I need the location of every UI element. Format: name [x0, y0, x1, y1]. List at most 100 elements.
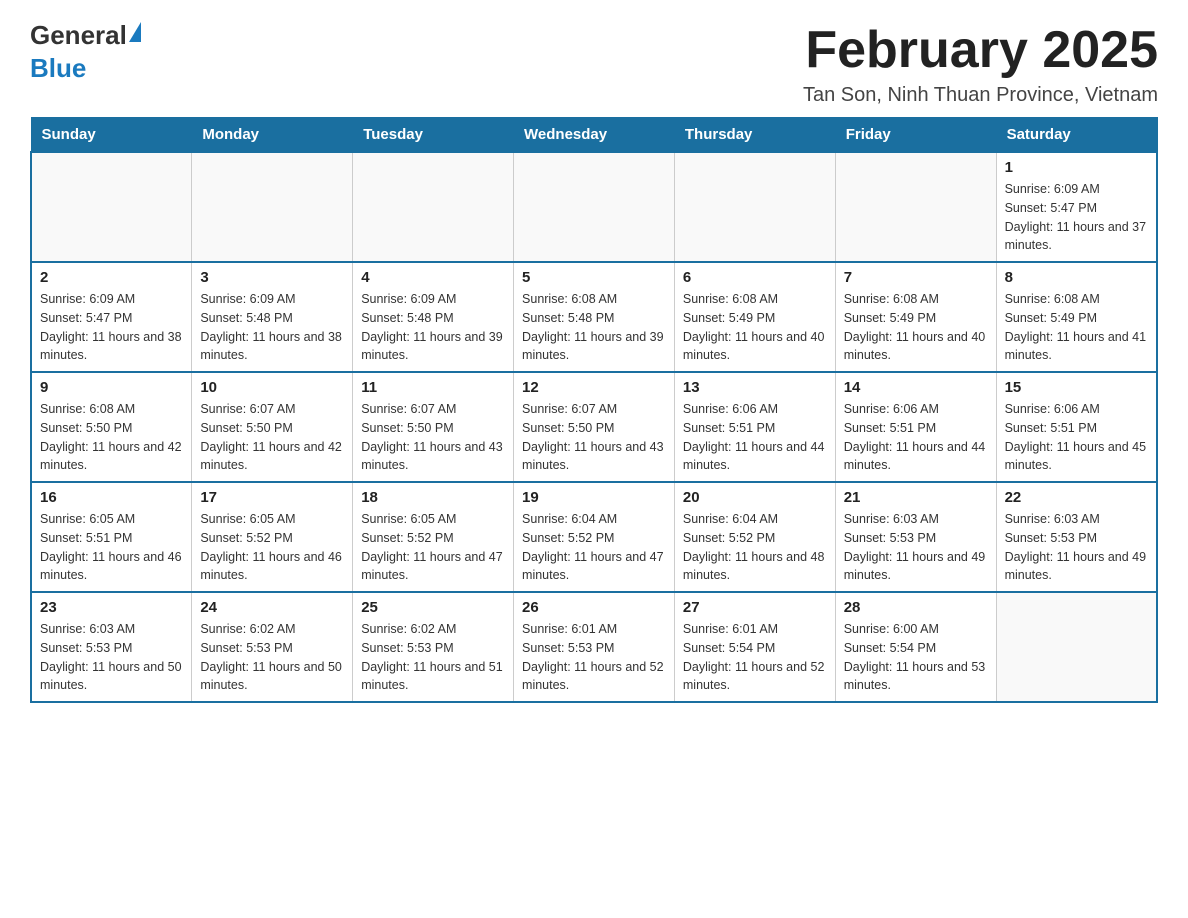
table-row	[31, 152, 192, 262]
page-header: General Blue February 2025 Tan Son, Ninh…	[30, 20, 1158, 107]
day-info: Sunrise: 6:08 AMSunset: 5:49 PMDaylight:…	[1005, 290, 1148, 365]
table-row: 17 Sunrise: 6:05 AMSunset: 5:52 PMDayligh…	[192, 482, 353, 592]
table-row	[674, 152, 835, 262]
day-info: Sunrise: 6:07 AMSunset: 5:50 PMDaylight:…	[200, 400, 344, 475]
day-number: 22	[1005, 489, 1148, 506]
header-saturday: Saturday	[996, 118, 1157, 153]
day-number: 12	[522, 379, 666, 396]
table-row: 27Sunrise: 6:01 AMSunset: 5:54 PMDayligh…	[674, 592, 835, 702]
day-number: 2	[40, 269, 183, 286]
table-row: 12 Sunrise: 6:07 AMSunset: 5:50 PMDayligh…	[514, 372, 675, 482]
day-info: Sunrise: 6:04 AMSunset: 5:52 PMDaylight:…	[522, 510, 666, 585]
day-info: Sunrise: 6:00 AMSunset: 5:54 PMDaylight:…	[844, 620, 988, 695]
table-row: 13Sunrise: 6:06 AMSunset: 5:51 PMDayligh…	[674, 372, 835, 482]
day-number: 1	[1005, 159, 1148, 176]
day-info: Sunrise: 6:05 AMSunset: 5:52 PMDaylight:…	[200, 510, 344, 585]
table-row: 6 Sunrise: 6:08 AMSunset: 5:49 PMDaylight…	[674, 262, 835, 372]
calendar-week-row: 2 Sunrise: 6:09 AMSunset: 5:47 PMDaylight…	[31, 262, 1157, 372]
day-info: Sunrise: 6:04 AMSunset: 5:52 PMDaylight:…	[683, 510, 827, 585]
logo-general-text: General	[30, 20, 127, 51]
table-row: 15 Sunrise: 6:06 AMSunset: 5:51 PMDayligh…	[996, 372, 1157, 482]
day-info: Sunrise: 6:09 AMSunset: 5:47 PMDaylight:…	[1005, 180, 1148, 255]
day-number: 4	[361, 269, 505, 286]
day-number: 24	[200, 599, 344, 616]
table-row: 4 Sunrise: 6:09 AMSunset: 5:48 PMDaylight…	[353, 262, 514, 372]
table-row: 7 Sunrise: 6:08 AMSunset: 5:49 PMDaylight…	[835, 262, 996, 372]
day-info: Sunrise: 6:01 AMSunset: 5:54 PMDaylight:…	[683, 620, 827, 695]
calendar-week-row: 9Sunrise: 6:08 AMSunset: 5:50 PMDaylight…	[31, 372, 1157, 482]
table-row: 10 Sunrise: 6:07 AMSunset: 5:50 PMDayligh…	[192, 372, 353, 482]
day-info: Sunrise: 6:03 AMSunset: 5:53 PMDaylight:…	[40, 620, 183, 695]
day-number: 6	[683, 269, 827, 286]
day-info: Sunrise: 6:08 AMSunset: 5:48 PMDaylight:…	[522, 290, 666, 365]
day-info: Sunrise: 6:06 AMSunset: 5:51 PMDaylight:…	[1005, 400, 1148, 475]
table-row: 2 Sunrise: 6:09 AMSunset: 5:47 PMDaylight…	[31, 262, 192, 372]
table-row	[835, 152, 996, 262]
weekday-header-row: Sunday Monday Tuesday Wednesday Thursday…	[31, 118, 1157, 153]
table-row: 19 Sunrise: 6:04 AMSunset: 5:52 PMDayligh…	[514, 482, 675, 592]
day-info: Sunrise: 6:09 AMSunset: 5:47 PMDaylight:…	[40, 290, 183, 365]
day-info: Sunrise: 6:09 AMSunset: 5:48 PMDaylight:…	[361, 290, 505, 365]
day-number: 20	[683, 489, 827, 506]
day-info: Sunrise: 6:08 AMSunset: 5:49 PMDaylight:…	[683, 290, 827, 365]
logo-blue-text: Blue	[30, 53, 86, 84]
table-row	[514, 152, 675, 262]
day-info: Sunrise: 6:02 AMSunset: 5:53 PMDaylight:…	[361, 620, 505, 695]
day-number: 26	[522, 599, 666, 616]
day-number: 14	[844, 379, 988, 396]
day-number: 10	[200, 379, 344, 396]
day-number: 18	[361, 489, 505, 506]
day-info: Sunrise: 6:03 AMSunset: 5:53 PMDaylight:…	[1005, 510, 1148, 585]
day-number: 8	[1005, 269, 1148, 286]
table-row: 18 Sunrise: 6:05 AMSunset: 5:52 PMDayligh…	[353, 482, 514, 592]
table-row: 1 Sunrise: 6:09 AMSunset: 5:47 PMDaylight…	[996, 152, 1157, 262]
day-info: Sunrise: 6:01 AMSunset: 5:53 PMDaylight:…	[522, 620, 666, 695]
logo: General Blue	[30, 20, 141, 84]
month-title: February 2025	[803, 20, 1158, 80]
header-monday: Monday	[192, 118, 353, 153]
day-number: 11	[361, 379, 505, 396]
table-row: 22 Sunrise: 6:03 AMSunset: 5:53 PMDayligh…	[996, 482, 1157, 592]
day-info: Sunrise: 6:08 AMSunset: 5:49 PMDaylight:…	[844, 290, 988, 365]
day-number: 13	[683, 379, 827, 396]
table-row: 26 Sunrise: 6:01 AMSunset: 5:53 PMDayligh…	[514, 592, 675, 702]
header-sunday: Sunday	[31, 118, 192, 153]
day-info: Sunrise: 6:09 AMSunset: 5:48 PMDaylight:…	[200, 290, 344, 365]
day-number: 5	[522, 269, 666, 286]
header-tuesday: Tuesday	[353, 118, 514, 153]
table-row	[353, 152, 514, 262]
day-info: Sunrise: 6:08 AMSunset: 5:50 PMDaylight:…	[40, 400, 183, 475]
table-row	[996, 592, 1157, 702]
table-row: 14 Sunrise: 6:06 AMSunset: 5:51 PMDayligh…	[835, 372, 996, 482]
header-thursday: Thursday	[674, 118, 835, 153]
day-info: Sunrise: 6:06 AMSunset: 5:51 PMDaylight:…	[844, 400, 988, 475]
calendar-week-row: 16Sunrise: 6:05 AMSunset: 5:51 PMDayligh…	[31, 482, 1157, 592]
day-info: Sunrise: 6:02 AMSunset: 5:53 PMDaylight:…	[200, 620, 344, 695]
header-friday: Friday	[835, 118, 996, 153]
day-number: 21	[844, 489, 988, 506]
logo-triangle-icon	[129, 22, 141, 42]
day-number: 15	[1005, 379, 1148, 396]
day-number: 17	[200, 489, 344, 506]
table-row: 5 Sunrise: 6:08 AMSunset: 5:48 PMDaylight…	[514, 262, 675, 372]
day-number: 25	[361, 599, 505, 616]
day-number: 7	[844, 269, 988, 286]
header-wednesday: Wednesday	[514, 118, 675, 153]
calendar-week-row: 23 Sunrise: 6:03 AMSunset: 5:53 PMDayligh…	[31, 592, 1157, 702]
day-number: 23	[40, 599, 183, 616]
table-row: 23 Sunrise: 6:03 AMSunset: 5:53 PMDayligh…	[31, 592, 192, 702]
table-row	[192, 152, 353, 262]
calendar-week-row: 1 Sunrise: 6:09 AMSunset: 5:47 PMDaylight…	[31, 152, 1157, 262]
title-section: February 2025 Tan Son, Ninh Thuan Provin…	[803, 20, 1158, 107]
day-info: Sunrise: 6:05 AMSunset: 5:52 PMDaylight:…	[361, 510, 505, 585]
location-title: Tan Son, Ninh Thuan Province, Vietnam	[803, 84, 1158, 107]
day-number: 28	[844, 599, 988, 616]
day-info: Sunrise: 6:07 AMSunset: 5:50 PMDaylight:…	[522, 400, 666, 475]
table-row: 24 Sunrise: 6:02 AMSunset: 5:53 PMDayligh…	[192, 592, 353, 702]
logo-blue-part	[127, 30, 141, 42]
day-info: Sunrise: 6:03 AMSunset: 5:53 PMDaylight:…	[844, 510, 988, 585]
calendar-table: Sunday Monday Tuesday Wednesday Thursday…	[30, 117, 1158, 703]
table-row: 8 Sunrise: 6:08 AMSunset: 5:49 PMDaylight…	[996, 262, 1157, 372]
table-row: 9Sunrise: 6:08 AMSunset: 5:50 PMDaylight…	[31, 372, 192, 482]
day-number: 19	[522, 489, 666, 506]
